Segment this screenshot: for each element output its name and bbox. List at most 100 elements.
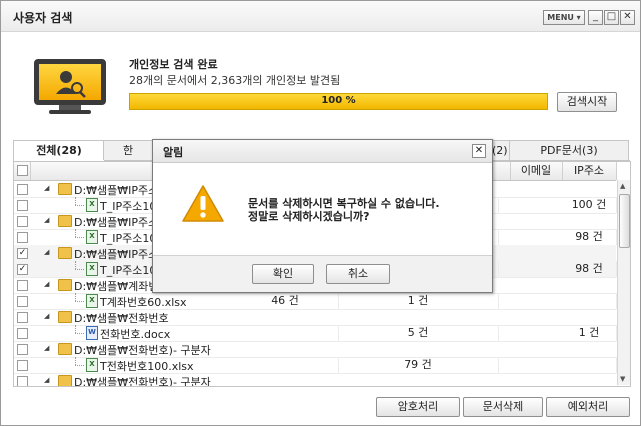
vertical-scrollbar[interactable]: ▲ ▼ <box>617 180 630 385</box>
count-cell <box>232 325 339 341</box>
row-name: D:₩샘플₩계좌번 <box>74 280 159 293</box>
title-bar: 사용자 검색 MENU ▾ _ □ ✕ <box>1 1 640 32</box>
search-start-button[interactable]: 검색시작 <box>557 92 617 112</box>
scroll-up-icon[interactable]: ▲ <box>620 182 625 190</box>
file-row[interactable]: W 전화번호.docx 5 건 1 건 <box>14 325 617 342</box>
file-row[interactable]: X T전화번호100.xlsx 79 건 <box>14 357 617 374</box>
row-name: 전화번호.docx <box>100 328 171 341</box>
progress-bar: 100 % <box>129 93 548 110</box>
row-name: D:₩샘플₩IP주소 <box>74 184 159 197</box>
row-name: D:₩샘플₩IP주소 <box>74 248 159 261</box>
count-cell: 79 건 <box>338 357 499 373</box>
count-cell <box>232 357 339 373</box>
row-name: D:₩샘플₩전화번호)- 구분자 <box>74 376 211 387</box>
tree-connector-horizontal <box>75 269 84 270</box>
row-checkbox[interactable] <box>17 280 28 291</box>
user-search-window: 사용자 검색 MENU ▾ _ □ ✕ 개인정보 검색 완료 28개의 문서에서… <box>0 0 641 426</box>
tree-connector-vertical <box>75 293 76 301</box>
window-title: 사용자 검색 <box>13 11 73 25</box>
folder-icon <box>58 183 72 195</box>
count-cell <box>562 357 617 373</box>
scroll-down-icon[interactable]: ▼ <box>620 375 625 383</box>
row-name: T전화번호100.xlsx <box>100 360 194 373</box>
tab-hwp[interactable]: 한 <box>103 140 153 160</box>
count-cell: 1 건 <box>562 325 617 341</box>
tab-all[interactable]: 전체(28) <box>13 140 105 161</box>
file-row[interactable]: X T계좌번호60.xlsx 46 건1 건 <box>14 293 617 310</box>
header-email[interactable]: 이메일 <box>510 162 563 180</box>
minimize-button[interactable]: _ <box>588 10 603 25</box>
tree-connector-horizontal <box>75 301 84 302</box>
dialog-footer: 확인 취소 <box>153 255 492 292</box>
status-heading: 개인정보 검색 완료 <box>129 58 218 71</box>
select-all-checkbox[interactable] <box>17 165 28 176</box>
folder-icon <box>58 279 72 291</box>
tree-connector-horizontal <box>75 237 84 238</box>
excel-file-icon: X <box>86 230 98 244</box>
folder-icon <box>58 311 72 323</box>
row-checkbox[interactable] <box>17 344 28 355</box>
folder-icon <box>58 375 72 386</box>
folder-icon <box>58 343 72 355</box>
row-checkbox[interactable]: ✓ <box>17 264 28 275</box>
tree-connector-vertical <box>75 261 76 269</box>
alert-dialog: 알림 ✕ 문서를 삭제하시면 복구하실 수 없습니다. 정말로 삭제하시겠습니까… <box>152 139 493 293</box>
tree-connector-horizontal <box>75 333 84 334</box>
exclude-button[interactable]: 예외처리 <box>546 397 630 417</box>
delete-button[interactable]: 문서삭제 <box>463 397 543 417</box>
expand-toggle-icon[interactable]: ◢ <box>44 248 49 256</box>
folder-row[interactable]: ◢ D:₩샘플₩전화번호)- 구분자 <box>14 341 616 358</box>
row-checkbox[interactable] <box>17 296 28 307</box>
folder-icon <box>58 215 72 227</box>
folder-row[interactable]: ◢ D:₩샘플₩전화번호)- 구분자 <box>14 373 616 387</box>
expand-toggle-icon[interactable]: ◢ <box>44 280 49 288</box>
tab-partial[interactable]: (2) <box>491 140 511 160</box>
header-ip[interactable]: IP주소 <box>562 162 617 180</box>
row-checkbox[interactable] <box>17 360 28 371</box>
progress-label: 100 % <box>321 95 356 106</box>
word-file-icon: W <box>86 326 98 340</box>
tree-connector-vertical <box>75 197 76 205</box>
folder-row[interactable]: ◢ D:₩샘플₩전화번호 <box>14 309 616 326</box>
expand-toggle-icon[interactable]: ◢ <box>44 312 49 320</box>
monitor-base <box>49 110 91 114</box>
dialog-close-button[interactable]: ✕ <box>472 144 486 158</box>
row-checkbox[interactable] <box>17 376 28 386</box>
maximize-button[interactable]: □ <box>604 10 619 25</box>
warning-icon <box>181 184 225 224</box>
cancel-button[interactable]: 취소 <box>326 264 390 284</box>
expand-toggle-icon[interactable]: ◢ <box>44 216 49 224</box>
row-name: D:₩샘플₩전화번호 <box>74 312 169 325</box>
excel-file-icon: X <box>86 198 98 212</box>
tree-connector-vertical <box>75 357 76 365</box>
tree-connector-horizontal <box>75 365 84 366</box>
scroll-thumb[interactable] <box>619 194 630 248</box>
row-checkbox[interactable] <box>17 200 28 211</box>
row-name: T_IP주소10 <box>100 232 157 245</box>
expand-toggle-icon[interactable]: ◢ <box>44 376 49 384</box>
row-checkbox[interactable] <box>17 312 28 323</box>
tab-pdf[interactable]: PDF문서(3) <box>509 140 629 160</box>
tree-connector-horizontal <box>75 205 84 206</box>
row-name: T계좌번호60.xlsx <box>100 296 187 309</box>
count-cell: 5 건 <box>338 325 499 341</box>
encrypt-button[interactable]: 암호처리 <box>376 397 460 417</box>
row-checkbox[interactable] <box>17 216 28 227</box>
row-name: T_IP주소10 <box>100 264 157 277</box>
row-checkbox[interactable] <box>17 328 28 339</box>
row-name: D:₩샘플₩전화번호)- 구분자 <box>74 344 211 357</box>
close-button[interactable]: ✕ <box>620 10 635 25</box>
expand-toggle-icon[interactable]: ◢ <box>44 184 49 192</box>
row-checkbox[interactable] <box>17 184 28 195</box>
count-cell: 98 건 <box>562 229 617 245</box>
expand-toggle-icon[interactable]: ◢ <box>44 344 49 352</box>
excel-file-icon: X <box>86 294 98 308</box>
menu-button[interactable]: MENU ▾ <box>543 10 585 25</box>
row-checkbox[interactable] <box>17 232 28 243</box>
row-name: T_IP주소10 <box>100 200 157 213</box>
row-checkbox[interactable]: ✓ <box>17 248 28 259</box>
count-cell <box>562 293 617 309</box>
monitor-user-search-icon <box>34 59 106 105</box>
confirm-button[interactable]: 확인 <box>252 264 314 284</box>
count-cell: 98 건 <box>562 261 617 277</box>
